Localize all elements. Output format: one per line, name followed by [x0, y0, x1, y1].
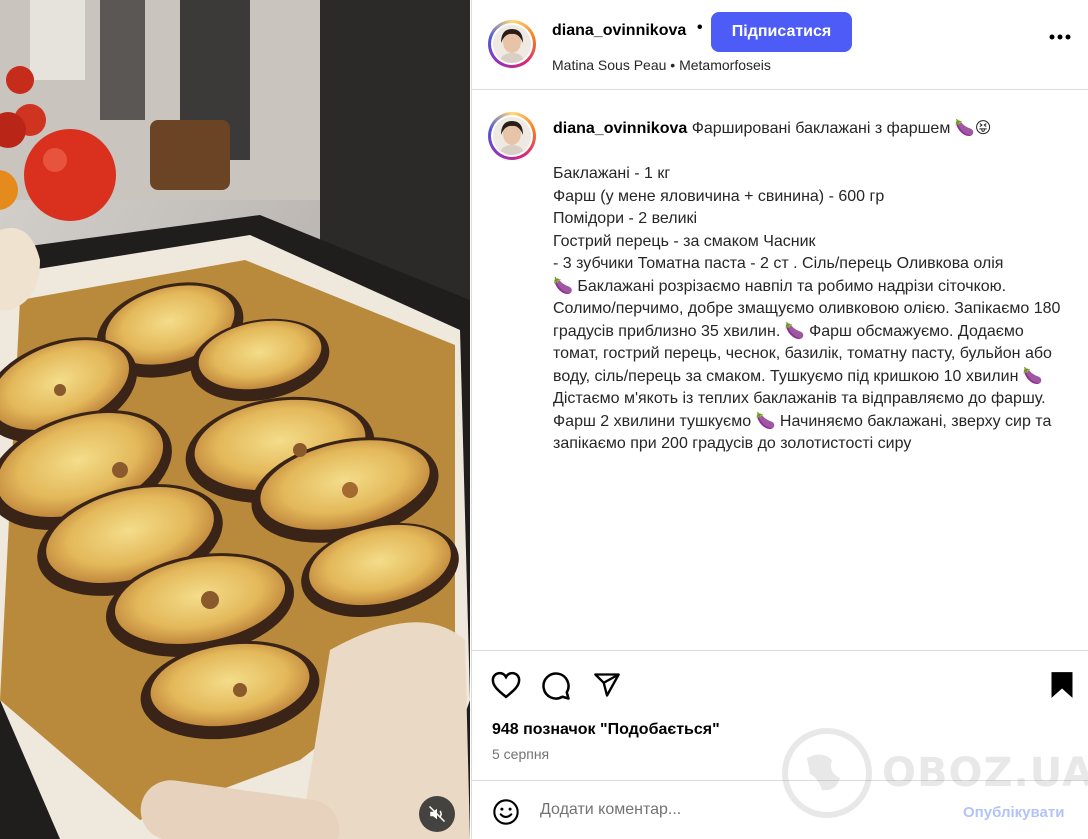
post-date: 5 серпня: [492, 746, 550, 762]
post-media[interactable]: [0, 0, 470, 839]
bookmark-icon[interactable]: [1050, 671, 1074, 699]
watermark-text: OBOZ.UA: [882, 750, 1088, 796]
more-icon[interactable]: [1049, 34, 1071, 40]
heart-icon[interactable]: [491, 671, 521, 699]
post-header: diana_ovinnikova • Підписатися Matina So…: [472, 0, 1088, 90]
watermark: OBOZ.UA: [782, 728, 1088, 818]
follow-button[interactable]: Підписатися: [711, 12, 852, 52]
caption-avatar[interactable]: [488, 112, 536, 160]
emoji-icon[interactable]: [492, 798, 520, 826]
author-username[interactable]: diana_ovinnikova: [552, 22, 686, 40]
separator-dot: •: [697, 19, 703, 36]
globe-watermark-icon: [782, 728, 872, 818]
comment-icon[interactable]: [541, 671, 571, 701]
caption-area: diana_ovinnikova Фаршировані баклажані з…: [472, 90, 1088, 650]
caption-username[interactable]: diana_ovinnikova: [553, 120, 687, 137]
avatar-image: [493, 25, 531, 63]
avatar-image: [493, 117, 531, 155]
caption-body: Баклажані - 1 кг Фарш (у мене яловичина …: [553, 165, 1061, 452]
avatar[interactable]: [488, 20, 536, 68]
mute-icon: [428, 805, 446, 823]
share-icon[interactable]: [593, 671, 621, 699]
stuffed-eggplant-photo: [0, 0, 470, 839]
caption-text: diana_ovinnikova Фаршировані баклажані з…: [553, 118, 1073, 456]
post-panel: diana_ovinnikova • Підписатися Matina So…: [471, 0, 1088, 839]
audio-track[interactable]: Matina Sous Peau • Metamorfoseis: [552, 57, 771, 73]
likes-count[interactable]: 948 позначок "Подобається": [492, 721, 720, 739]
caption-title: Фаршировані баклажані з фаршем 🍆😝: [691, 120, 992, 137]
mute-button[interactable]: [419, 796, 455, 832]
